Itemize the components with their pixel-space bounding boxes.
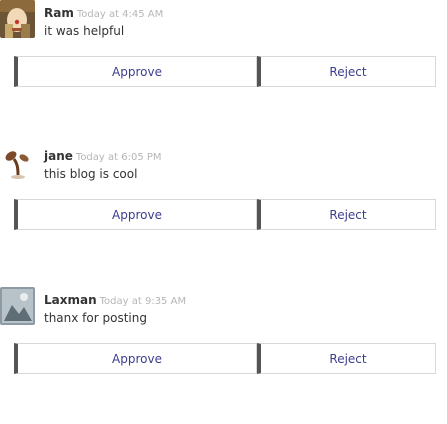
comment-timestamp: Today at 6:05 PM (75, 152, 162, 163)
comment-item: Ram Today at 4:45 AM it was helpful Appro… (0, 0, 447, 137)
comment-timestamp: Today at 9:35 AM (99, 296, 187, 307)
comment-text: this blog is cool (44, 167, 138, 181)
comment-meta: Laxman Today at 9:35 AM (44, 293, 186, 309)
moderation-actions: Approve Reject (14, 56, 436, 87)
reject-button[interactable]: Reject (257, 343, 436, 374)
reject-button[interactable]: Reject (257, 56, 436, 87)
approve-button[interactable]: Approve (14, 199, 257, 230)
photo-avatar-icon (0, 287, 35, 325)
comment-text: thanx for posting (44, 311, 147, 325)
comment-author: Laxman (44, 293, 97, 307)
clown-avatar-icon (0, 0, 35, 38)
comment-meta: Ram Today at 4:45 AM (44, 6, 163, 22)
approve-button[interactable]: Approve (14, 343, 257, 374)
comment-item: Laxman Today at 9:35 AM thanx for posting… (0, 287, 447, 424)
moderation-actions: Approve Reject (14, 199, 436, 230)
reject-button[interactable]: Reject (257, 199, 436, 230)
comment-text: it was helpful (44, 24, 125, 38)
comment-timestamp: Today at 4:45 AM (76, 9, 164, 20)
comment-author: Ram (44, 6, 74, 20)
moderation-actions: Approve Reject (14, 343, 436, 374)
comment-meta: jane Today at 6:05 PM (44, 149, 162, 165)
approve-button[interactable]: Approve (14, 56, 257, 87)
comment-author: jane (44, 149, 73, 163)
comment-item: jane Today at 6:05 PM this blog is cool A… (0, 143, 447, 280)
plant-sprout-avatar-icon (0, 143, 35, 181)
